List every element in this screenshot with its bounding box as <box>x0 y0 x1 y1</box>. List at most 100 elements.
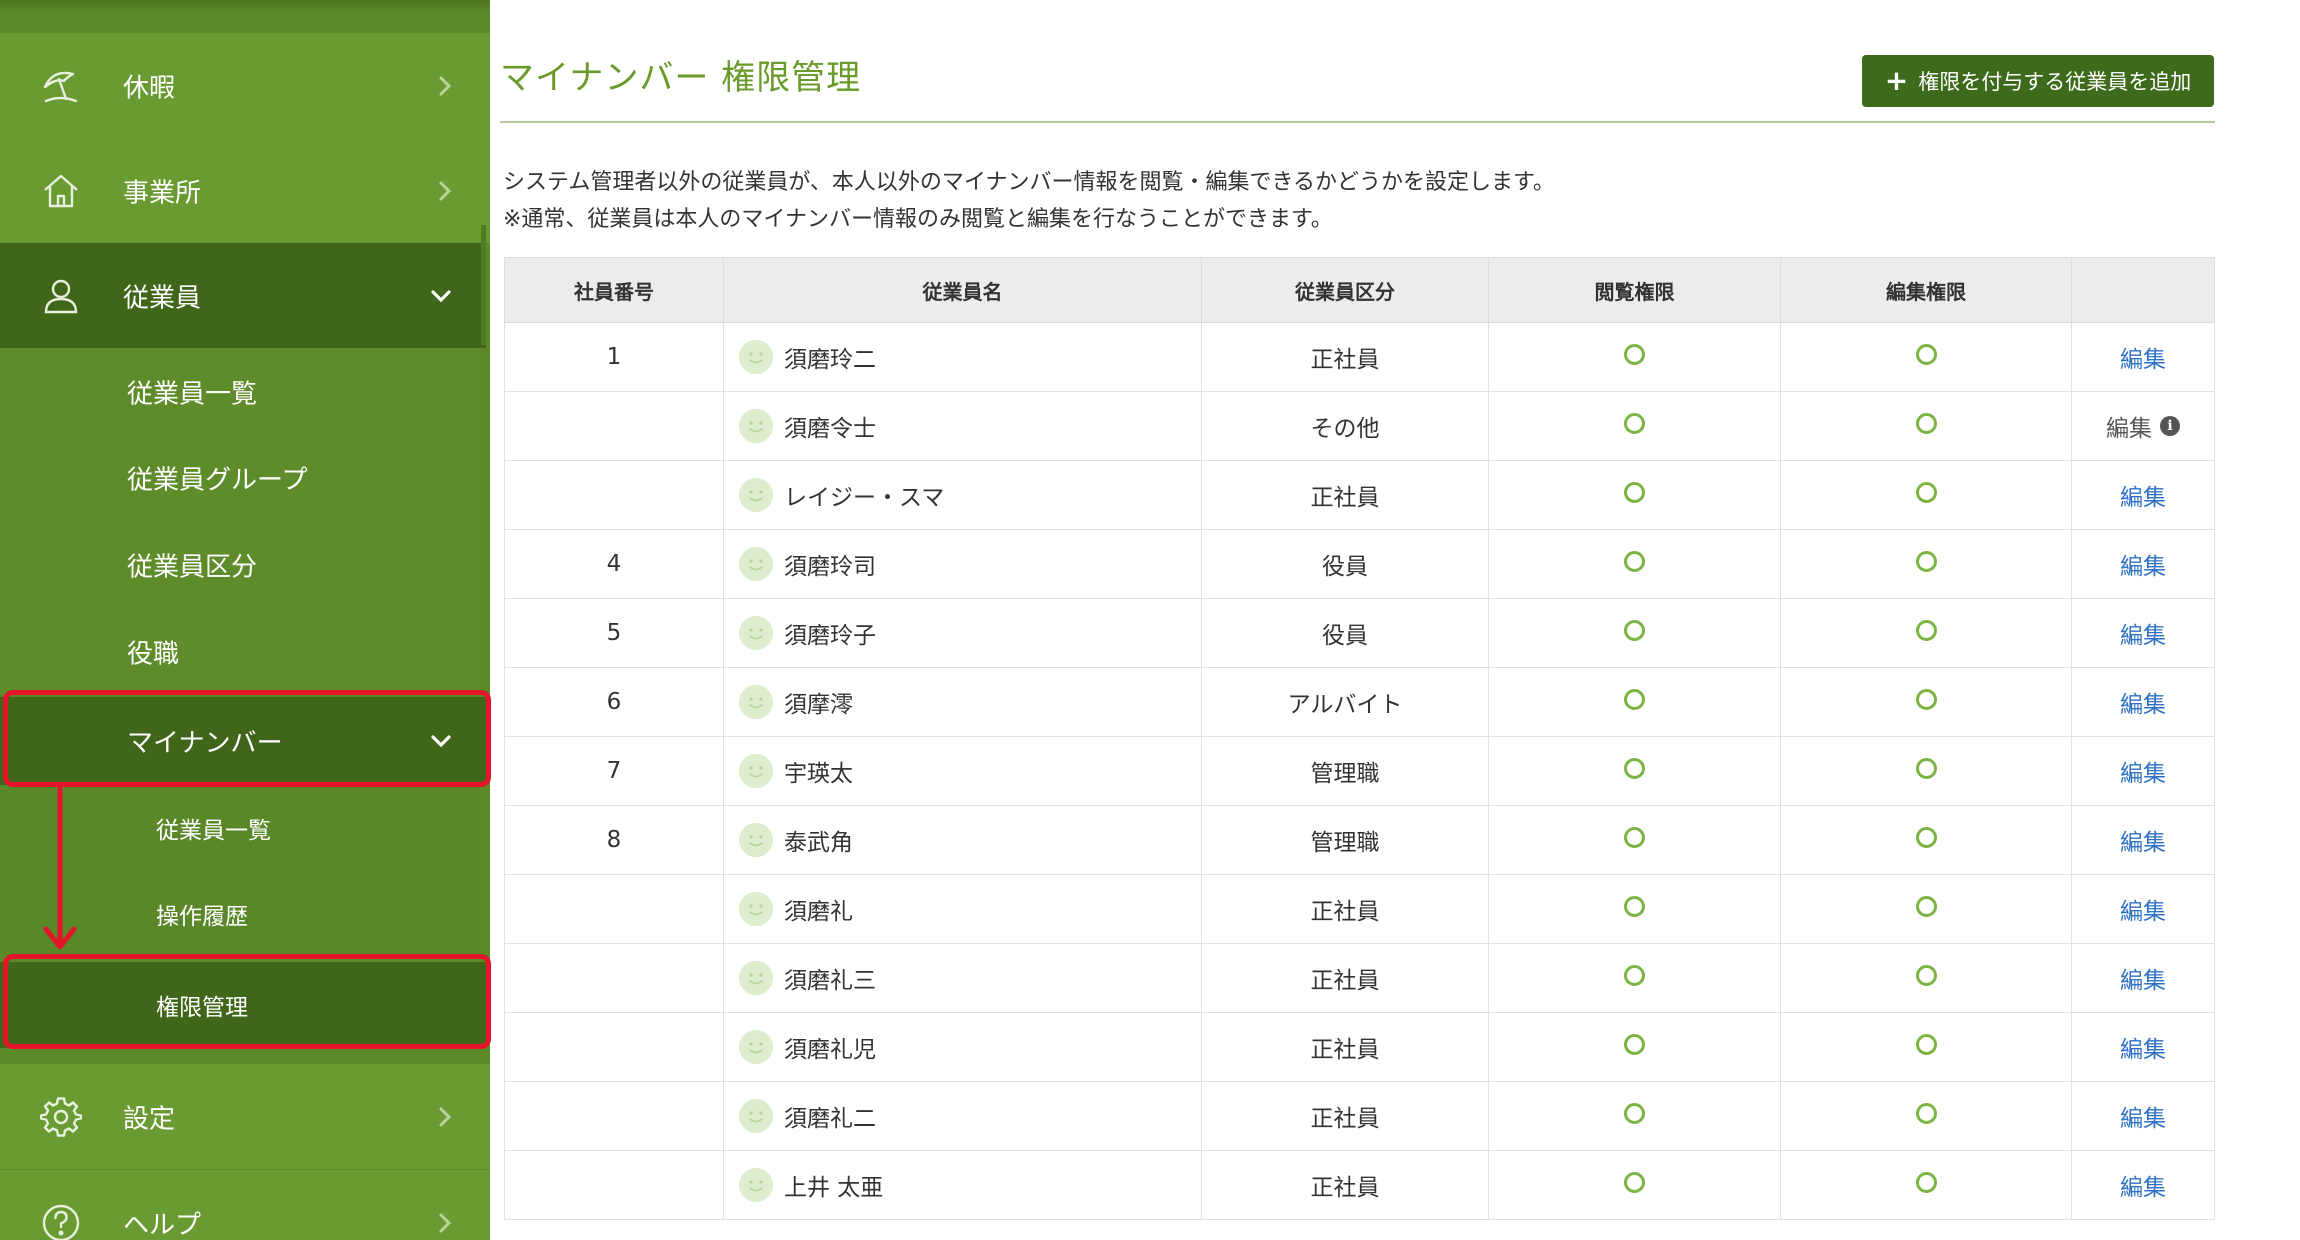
column-header-employee-name: 従業員名 <box>723 257 1202 323</box>
cell-edit-permission <box>1780 460 2072 530</box>
plus-icon: + <box>1884 64 1909 97</box>
cell-employee-number <box>504 1150 724 1220</box>
sidebar-item-label: 事業所 <box>123 178 202 208</box>
avatar-icon <box>739 478 773 512</box>
column-header-view-permission: 閲覧権限 <box>1488 257 1781 323</box>
employee-name: 須摩澪 <box>784 692 853 718</box>
permission-granted-icon <box>1915 619 1937 641</box>
cell-employee-category: 正社員 <box>1201 874 1489 944</box>
edit-link[interactable]: 編集 <box>2120 1175 2166 1201</box>
employee-name: 須磨礼児 <box>784 1037 876 1063</box>
edit-link[interactable]: 編集 <box>2120 554 2166 580</box>
add-button-label: 権限を付与する従業員を追加 <box>1918 70 2192 94</box>
sidebar-subsubitem-label: 従業員一覧 <box>156 818 271 844</box>
table-row: レイジー・スマ 正社員 編集 <box>504 460 2215 530</box>
edit-link[interactable]: 編集 <box>2120 899 2166 925</box>
permission-granted-icon <box>1915 412 1937 434</box>
sidebar-item-settings[interactable]: 設定 <box>0 1064 490 1169</box>
edit-link[interactable]: 編集 <box>2120 761 2166 787</box>
cell-employee-category: アルバイト <box>1201 667 1489 737</box>
table-header-row: 社員番号 従業員名 従業員区分 閲覧権限 編集権限 <box>504 257 2215 323</box>
edit-link[interactable]: 編集 <box>2120 347 2166 373</box>
gear-icon <box>39 1096 83 1138</box>
employee-name: 須磨玲子 <box>784 623 876 649</box>
column-header-edit-permission: 編集権限 <box>1780 257 2072 323</box>
sidebar-scroll-track <box>481 225 486 345</box>
sidebar-subitem-employee-group[interactable]: 従業員グループ <box>0 435 480 521</box>
sidebar-item-label: 設定 <box>123 1104 176 1134</box>
permission-table: 社員番号 従業員名 従業員区分 閲覧権限 編集権限 1 須磨玲二 正社員 編集 須磨令士… <box>504 257 2215 1220</box>
edit-link[interactable]: 編集 <box>2120 830 2166 856</box>
cell-employee-name: 須磨礼児 <box>723 1012 1202 1082</box>
help-icon <box>40 1202 82 1240</box>
cell-employee-number <box>504 1012 724 1082</box>
cell-employee-number: 7 <box>504 736 724 806</box>
permission-granted-icon <box>1624 1102 1645 1124</box>
cell-view-permission <box>1488 1012 1781 1082</box>
permission-granted-icon <box>1624 964 1645 986</box>
sidebar-item-vacation[interactable]: 休暇 <box>0 33 490 138</box>
edit-link[interactable]: 編集 <box>2120 1106 2166 1132</box>
edit-link[interactable]: 編集 <box>2120 1037 2166 1063</box>
permission-granted-icon <box>1624 481 1645 503</box>
cell-edit-permission <box>1780 322 2072 392</box>
table-row: 上井 太亜 正社員 編集 <box>504 1150 2215 1220</box>
cell-employee-number: 1 <box>504 322 724 392</box>
table-row: 須磨令士 その他 編集 i <box>504 391 2215 461</box>
cell-edit-permission <box>1780 391 2072 461</box>
cell-employee-name: 須磨礼二 <box>723 1081 1202 1151</box>
sidebar-subitem-position[interactable]: 役職 <box>0 609 480 695</box>
sidebar-subitem-employee-list[interactable]: 従業員一覧 <box>0 349 480 435</box>
column-header-employee-category: 従業員区分 <box>1201 257 1489 323</box>
cell-employee-name: 須磨玲二 <box>723 322 1202 392</box>
permission-granted-icon <box>1624 688 1645 710</box>
table-row: 須磨礼児 正社員 編集 <box>504 1012 2215 1082</box>
sidebar-subitem-employee-category[interactable]: 従業員区分 <box>0 522 480 608</box>
cell-edit-permission <box>1780 1012 2072 1082</box>
permission-granted-icon <box>1915 550 1937 572</box>
cell-employee-name: 泰武角 <box>723 805 1202 875</box>
edit-link[interactable]: 編集 <box>2120 968 2166 994</box>
employee-name: 須磨玲二 <box>784 347 876 373</box>
cell-employee-number: 5 <box>504 598 724 668</box>
cell-view-permission <box>1488 1150 1781 1220</box>
chevron-right-icon <box>434 180 456 202</box>
table-row: 4 須磨玲司 役員 編集 <box>504 529 2215 599</box>
avatar-icon <box>739 616 773 650</box>
sidebar-item-employees[interactable]: 従業員 <box>0 243 486 348</box>
cell-employee-name: レイジー・スマ <box>723 460 1202 530</box>
cell-action: 編集 <box>2071 598 2215 668</box>
sidebar-item-office[interactable]: 事業所 <box>0 138 490 243</box>
cell-view-permission <box>1488 391 1781 461</box>
avatar-icon <box>739 1168 773 1202</box>
info-icon[interactable]: i <box>2160 416 2180 436</box>
chevron-right-icon <box>434 1212 456 1234</box>
cell-edit-permission <box>1780 598 2072 668</box>
cell-employee-number: 6 <box>504 667 724 737</box>
avatar-icon <box>739 409 773 443</box>
cell-view-permission <box>1488 805 1781 875</box>
sidebar-item-help[interactable]: ヘルプ <box>0 1170 490 1240</box>
sidebar-subitem-label: 従業員グループ <box>127 465 308 496</box>
table-row: 7 宇瑛太 管理職 編集 <box>504 736 2215 806</box>
cell-employee-number <box>504 943 724 1013</box>
sidebar-subitem-label: 従業員区分 <box>127 552 258 583</box>
description-line-2: ※通常、従業員は本人のマイナンバー情報のみ閲覧と編集を行なうことができます。 <box>503 207 1333 232</box>
employee-name: 須磨礼二 <box>784 1106 876 1132</box>
cell-edit-permission <box>1780 1081 2072 1151</box>
edit-link[interactable]: 編集 <box>2120 692 2166 718</box>
permission-granted-icon <box>1915 964 1937 986</box>
permission-granted-icon <box>1915 481 1937 503</box>
page-title: マイナンバー 権限管理 <box>500 58 862 98</box>
cell-action: 編集 <box>2071 1150 2215 1220</box>
edit-link[interactable]: 編集 <box>2120 623 2166 649</box>
employee-name: 上井 太亜 <box>784 1175 884 1201</box>
permission-granted-icon <box>1624 412 1645 434</box>
cell-view-permission <box>1488 529 1781 599</box>
cell-employee-category: 管理職 <box>1201 805 1489 875</box>
cell-employee-category: 管理職 <box>1201 736 1489 806</box>
edit-link[interactable]: 編集 <box>2120 485 2166 511</box>
permission-granted-icon <box>1915 826 1937 848</box>
add-permission-employee-button[interactable]: + 権限を付与する従業員を追加 <box>1862 55 2214 107</box>
permission-granted-icon <box>1915 895 1937 917</box>
